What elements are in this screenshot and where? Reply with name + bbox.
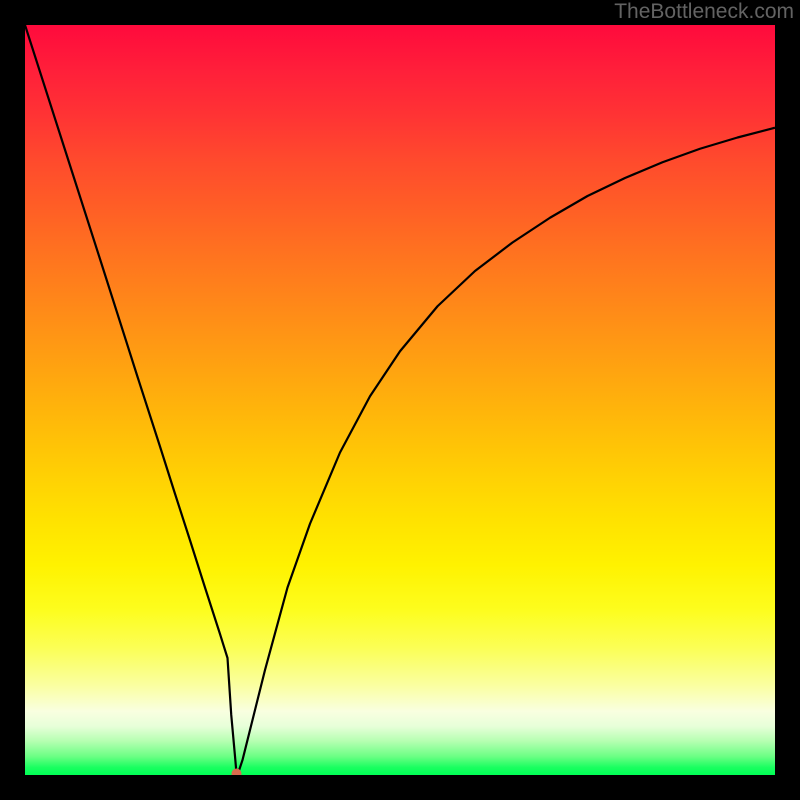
bottleneck-curve xyxy=(25,25,775,774)
curve-svg xyxy=(25,25,775,775)
plot-area xyxy=(25,25,775,775)
watermark-text: TheBottleneck.com xyxy=(614,0,794,24)
optimum-marker xyxy=(232,769,242,776)
chart-frame: TheBottleneck.com xyxy=(0,0,800,800)
